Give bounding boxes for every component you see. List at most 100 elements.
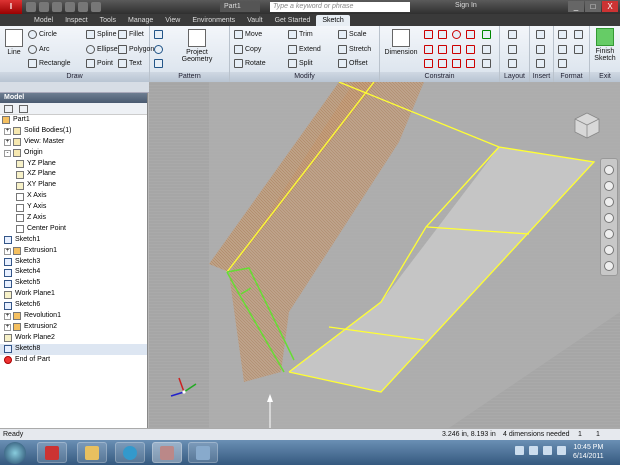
tangent-constraint[interactable] xyxy=(424,59,433,68)
open-icon[interactable] xyxy=(39,2,49,12)
split-button[interactable]: Split xyxy=(288,59,313,68)
auto-dimension-button[interactable] xyxy=(482,30,491,39)
tree-node-xy-plane[interactable]: XY Plane xyxy=(0,180,147,191)
scale-button[interactable]: Scale xyxy=(338,30,367,39)
dimension-button[interactable]: Dimension xyxy=(382,29,420,56)
expand-icon[interactable]: + xyxy=(4,323,11,331)
driven-dimension-button[interactable] xyxy=(574,30,583,39)
tree-node-solid-bodies[interactable]: + Solid Bodies(1) xyxy=(0,126,147,137)
maximize-button[interactable]: □ xyxy=(585,1,601,12)
tree-node-end-of-part[interactable]: End of Part xyxy=(0,355,147,366)
show-constraints-button[interactable] xyxy=(482,45,491,54)
circular-pattern-button[interactable] xyxy=(154,45,163,54)
tree-node-extrusion2[interactable]: + Extrusion2 xyxy=(0,322,147,333)
rotate-button[interactable]: Rotate xyxy=(234,59,266,68)
tree-node-sketch6[interactable]: Sketch6 xyxy=(0,300,147,311)
zoom-icon[interactable] xyxy=(604,197,614,207)
taskbar-explorer[interactable] xyxy=(77,442,107,463)
tree-node-sketch3[interactable]: Sketch3 xyxy=(0,257,147,268)
stretch-button[interactable]: Stretch xyxy=(338,45,371,54)
create-block-button[interactable] xyxy=(508,59,517,68)
filter-icon[interactable] xyxy=(4,104,13,113)
extend-button[interactable]: Extend xyxy=(288,45,321,54)
expand-icon[interactable]: + xyxy=(4,127,11,135)
tab-sketch[interactable]: Sketch xyxy=(316,15,350,26)
redo-icon[interactable] xyxy=(78,2,88,12)
spline-button[interactable]: Spline xyxy=(86,30,116,39)
tab-tools[interactable]: Tools xyxy=(94,15,122,26)
tree-node-center-point[interactable]: Center Point xyxy=(0,224,147,235)
tree-node-z-axis[interactable]: Z Axis xyxy=(0,213,147,224)
taskbar-paint[interactable] xyxy=(188,442,218,463)
centerline-button[interactable] xyxy=(558,45,567,54)
nav-options-icon[interactable] xyxy=(604,261,614,271)
expand-icon[interactable]: + xyxy=(4,138,11,146)
viewcube-icon[interactable] xyxy=(572,110,602,140)
zoom-all-icon[interactable] xyxy=(604,245,614,255)
insert-acad-button[interactable] xyxy=(536,59,545,68)
save-icon[interactable] xyxy=(52,2,62,12)
tree-node-view-master[interactable]: + View: Master xyxy=(0,137,147,148)
point-button[interactable]: Point xyxy=(86,59,113,68)
undo-icon[interactable] xyxy=(65,2,75,12)
tab-vault[interactable]: Vault xyxy=(241,15,268,26)
volume-icon[interactable] xyxy=(543,446,552,455)
tree-node-sketch1[interactable]: Sketch1 xyxy=(0,235,147,246)
tab-inspect[interactable]: Inspect xyxy=(59,15,94,26)
parallel-constraint[interactable] xyxy=(424,45,433,54)
tab-manage[interactable]: Manage xyxy=(122,15,159,26)
show-format-button[interactable] xyxy=(574,45,583,54)
trim-button[interactable]: Trim xyxy=(288,30,313,39)
copy-button[interactable]: Copy xyxy=(234,45,261,54)
steering-wheel-icon[interactable] xyxy=(604,165,614,175)
insert-points-button[interactable] xyxy=(536,45,545,54)
tree-node-work-plane2[interactable]: Work Plane2 xyxy=(0,333,147,344)
orbit-icon[interactable] xyxy=(604,213,614,223)
taskbar-app-red[interactable] xyxy=(37,442,67,463)
tree-node-sketch5[interactable]: Sketch5 xyxy=(0,278,147,289)
tree-node-xz-plane[interactable]: XZ Plane xyxy=(0,169,147,180)
tree-node-revolution1[interactable]: + Revolution1 xyxy=(0,311,147,322)
flag-icon[interactable] xyxy=(557,446,566,455)
project-geometry-button[interactable]: Project Geometry xyxy=(180,29,214,63)
start-button[interactable] xyxy=(4,442,26,464)
symmetric-constraint[interactable] xyxy=(452,59,461,68)
insert-image-button[interactable] xyxy=(536,30,545,39)
coincident-constraint[interactable] xyxy=(424,30,433,39)
make-part-button[interactable] xyxy=(508,30,517,39)
expand-icon[interactable]: + xyxy=(4,247,11,255)
viewcube[interactable] xyxy=(572,110,602,140)
perpendicular-constraint[interactable] xyxy=(438,45,447,54)
tab-get-started[interactable]: Get Started xyxy=(269,15,317,26)
tray-icon[interactable] xyxy=(515,446,524,455)
offset-button[interactable]: Offset xyxy=(338,59,368,68)
rectangular-pattern-button[interactable] xyxy=(154,30,163,39)
finish-sketch-button[interactable]: Finish Sketch xyxy=(592,28,618,62)
construction-button[interactable] xyxy=(558,30,567,39)
tree-node-x-axis[interactable]: X Axis xyxy=(0,191,147,202)
search-input[interactable]: Type a keyword or phrase xyxy=(270,2,410,12)
circle-button[interactable]: Circle xyxy=(28,30,57,39)
smooth-constraint[interactable] xyxy=(438,59,447,68)
mirror-button[interactable] xyxy=(154,59,163,68)
collapse-icon[interactable]: - xyxy=(4,149,11,157)
move-button[interactable]: Move xyxy=(234,30,262,39)
model-canvas[interactable] xyxy=(149,82,620,428)
tree-node-part1[interactable]: Part1 xyxy=(0,115,147,126)
find-icon[interactable] xyxy=(19,104,28,113)
tree-node-origin[interactable]: - Origin xyxy=(0,148,147,159)
new-icon[interactable] xyxy=(26,2,36,12)
tab-model[interactable]: Model xyxy=(28,15,59,26)
arc-button[interactable]: Arc xyxy=(28,45,50,54)
polygon-button[interactable]: Polygon xyxy=(118,45,154,54)
expand-icon[interactable]: + xyxy=(4,312,11,320)
tree-node-work-plane1[interactable]: Work Plane1 xyxy=(0,289,147,300)
line-button[interactable]: Line xyxy=(3,29,25,56)
network-icon[interactable] xyxy=(529,446,538,455)
close-button[interactable]: X xyxy=(602,1,618,12)
tab-environments[interactable]: Environments xyxy=(186,15,241,26)
tab-view[interactable]: View xyxy=(159,15,186,26)
ellipse-button[interactable]: Ellipse xyxy=(86,45,118,54)
text-button[interactable]: Text xyxy=(118,59,142,68)
taskbar-ie[interactable] xyxy=(115,442,145,463)
